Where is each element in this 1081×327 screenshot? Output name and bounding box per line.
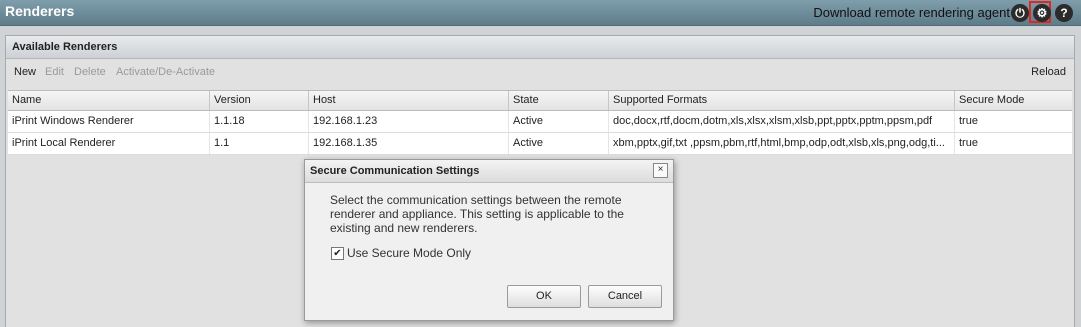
column-header-host[interactable]: Host <box>308 91 508 110</box>
ok-button[interactable]: OK <box>507 285 581 308</box>
cell-formats: doc,docx,rtf,docm,dotm,xls,xlsx,xlsm,xls… <box>608 111 954 132</box>
cell-version: 1.1.18 <box>209 111 308 132</box>
column-header-secure-mode[interactable]: Secure Mode <box>954 91 1072 110</box>
table-row[interactable]: iPrint Local Renderer 1.1 192.168.1.35 A… <box>8 133 1072 155</box>
cell-state: Active <box>508 133 608 154</box>
cell-name: iPrint Local Renderer <box>12 137 116 149</box>
cell-host: 192.168.1.23 <box>308 111 508 132</box>
cell-version: 1.1 <box>209 133 308 154</box>
secure-mode-checkbox[interactable]: ✔ <box>331 247 344 260</box>
toolbar: New Edit Delete Activate/De-Activate Rel… <box>6 59 1074 89</box>
cell-state: Active <box>508 111 608 132</box>
cell-secure-mode: true <box>954 133 1072 154</box>
dialog-message: Select the communication settings betwee… <box>330 193 624 235</box>
panel-header: Available Renderers <box>6 36 1074 59</box>
secure-communication-dialog: Secure Communication Settings × Select t… <box>304 159 674 321</box>
column-header-formats[interactable]: Supported Formats <box>608 91 954 110</box>
dialog-title: Secure Communication Settings <box>310 165 480 177</box>
edit-button[interactable]: Edit <box>45 66 64 78</box>
column-header-state[interactable]: State <box>508 91 608 110</box>
page-title: Renderers <box>5 3 75 19</box>
cell-name: iPrint Windows Renderer <box>12 115 134 127</box>
renderers-table: Name Version Host State Supported Format… <box>8 90 1072 155</box>
gear-icon[interactable]: ⚙ <box>1033 4 1051 22</box>
cancel-button[interactable]: Cancel <box>588 285 662 308</box>
table-row[interactable]: iPrint Windows Renderer 1.1.18 192.168.1… <box>8 111 1072 133</box>
download-agent-link[interactable]: Download remote rendering agent <box>813 5 1010 20</box>
column-header-name[interactable]: Name <box>8 91 209 110</box>
new-button[interactable]: New <box>14 66 36 78</box>
dialog-header: Secure Communication Settings × <box>305 160 673 183</box>
table-header: Name Version Host State Supported Format… <box>8 90 1072 111</box>
delete-button[interactable]: Delete <box>74 66 106 78</box>
activate-button[interactable]: Activate/De-Activate <box>116 66 215 78</box>
cell-formats: xbm,pptx,gif,txt ,ppsm,pbm,rtf,html,bmp,… <box>608 133 954 154</box>
power-icon[interactable]: ⏻ <box>1011 4 1029 22</box>
cell-host: 192.168.1.35 <box>308 133 508 154</box>
secure-mode-label[interactable]: Use Secure Mode Only <box>347 246 471 260</box>
reload-button[interactable]: Reload <box>1031 66 1066 78</box>
panel-title: Available Renderers <box>12 41 118 53</box>
help-icon[interactable]: ? <box>1055 4 1073 22</box>
close-icon[interactable]: × <box>653 163 668 178</box>
column-header-version[interactable]: Version <box>209 91 308 110</box>
top-bar: Renderers Download remote rendering agen… <box>0 0 1081 26</box>
cell-secure-mode: true <box>954 111 1072 132</box>
